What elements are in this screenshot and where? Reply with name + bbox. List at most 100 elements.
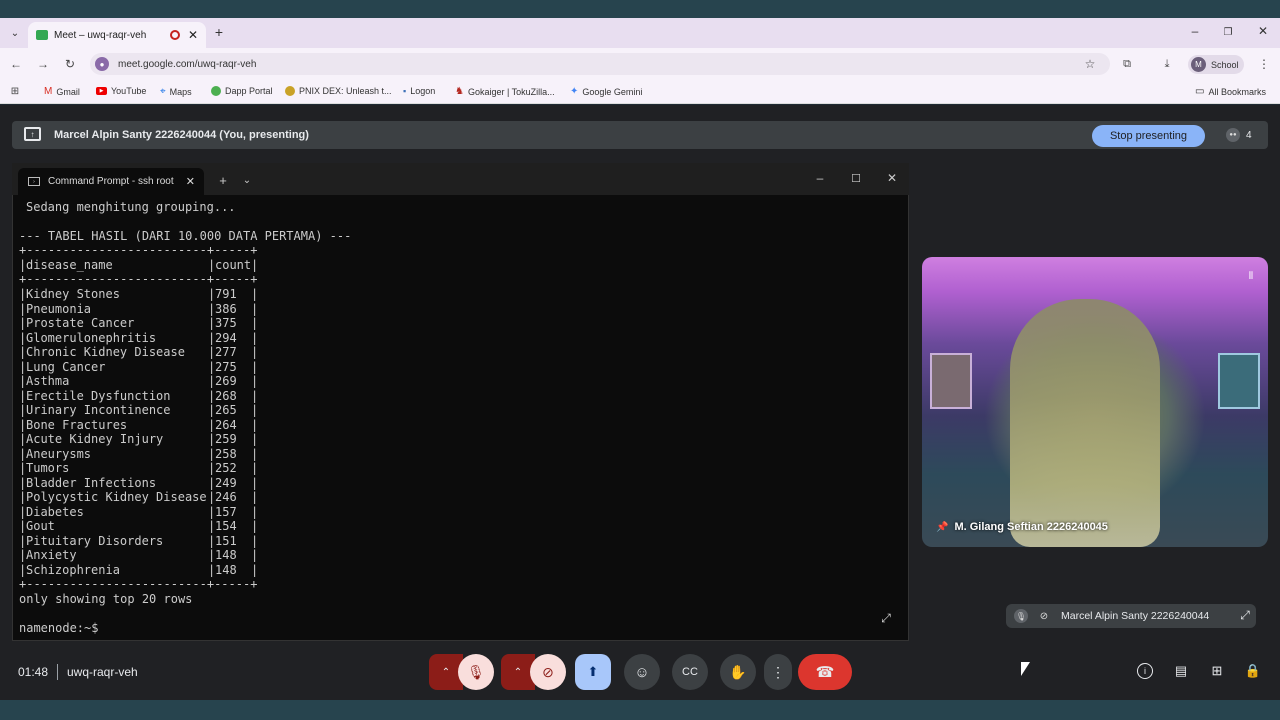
audio-level-icon: ⦀ bbox=[1248, 270, 1254, 282]
chat-icon[interactable]: ▤ bbox=[1173, 663, 1189, 679]
back-icon[interactable]: ← bbox=[9, 57, 23, 71]
self-expand-icon[interactable]: ⤢ bbox=[1238, 608, 1252, 622]
cell-count: 246 bbox=[215, 490, 237, 504]
bookmark-dapp-portal[interactable]: Dapp Portal bbox=[211, 86, 273, 96]
table-row: | Kidney Stones | 791 | bbox=[19, 287, 259, 301]
captions-button[interactable]: CC bbox=[672, 654, 708, 690]
apps-grid-icon[interactable]: ⊞ bbox=[9, 85, 21, 97]
reactions-button[interactable]: ☺ bbox=[624, 654, 660, 690]
meeting-info-icon[interactable]: i bbox=[1137, 663, 1153, 679]
captions-icon: CC bbox=[682, 666, 698, 678]
cell-disease-name: Urinary Incontinence bbox=[26, 403, 171, 417]
profile-chip[interactable]: M School bbox=[1188, 55, 1244, 74]
close-window-icon[interactable]: ✕ bbox=[1256, 24, 1270, 38]
cell-count: 148 bbox=[215, 562, 237, 577]
terminal-maximize-icon[interactable]: ☐ bbox=[850, 171, 862, 185]
cell-count: 268 bbox=[215, 388, 237, 403]
terminal-minimize-icon[interactable]: – bbox=[814, 171, 826, 185]
cell-disease-name: Bone Fractures bbox=[26, 417, 128, 432]
profile-label: School bbox=[1211, 59, 1239, 70]
cell-disease-name: Aneurysms bbox=[26, 446, 92, 461]
forward-icon[interactable]: → bbox=[36, 57, 50, 71]
more-vertical-icon: ⋮ bbox=[771, 663, 785, 680]
bookmark-maps[interactable]: ⌖ Maps bbox=[160, 86, 192, 97]
expand-icon[interactable]: ⤢ bbox=[876, 609, 896, 627]
table-row: | Lung Cancer | 275 | bbox=[19, 359, 259, 374]
extensions-icon[interactable]: ⧉ bbox=[1120, 57, 1134, 71]
header-disease-name: disease_name bbox=[26, 258, 113, 272]
stop-presenting-button[interactable]: Stop presenting bbox=[1092, 125, 1205, 147]
dapp-portal-icon bbox=[211, 86, 221, 96]
gmail-icon: M bbox=[44, 86, 53, 97]
window-top-strip bbox=[0, 0, 1280, 18]
reload-icon[interactable]: ↻ bbox=[63, 57, 77, 71]
mic-toggle-button[interactable]: 🎙 bbox=[458, 654, 494, 690]
header-count: count bbox=[215, 258, 252, 272]
cell-disease-name: Asthma bbox=[26, 374, 70, 388]
table-row: | Pneumonia | 386 | bbox=[19, 301, 259, 316]
close-tab-icon[interactable]: ✕ bbox=[188, 28, 198, 42]
chevron-up-icon: ⌃ bbox=[441, 666, 451, 678]
bookmark-gemini[interactable]: ✦ Google Gemini bbox=[570, 86, 642, 97]
cell-count: 386 bbox=[215, 301, 237, 316]
participant-video[interactable]: ⦀ 📌 M. Gilang Seftian 2226240045 bbox=[922, 257, 1268, 547]
table-border-bottom: +-------------------------+-----+ bbox=[19, 577, 258, 591]
cell-disease-name: Pneumonia bbox=[26, 301, 92, 316]
shell-prompt[interactable]: namenode:~$ bbox=[19, 621, 98, 636]
leave-call-button[interactable]: ☎ bbox=[798, 654, 852, 690]
meeting-code: uwq-raqr-veh bbox=[67, 665, 138, 679]
new-tab-icon[interactable]: + bbox=[212, 24, 226, 40]
activities-icon[interactable]: ⊞ bbox=[1209, 663, 1225, 679]
cell-disease-name: Gout bbox=[26, 519, 55, 533]
all-bookmarks[interactable]: ▭ All Bookmarks bbox=[1195, 86, 1266, 97]
cell-count: 148 bbox=[215, 548, 237, 562]
bookmark-gmail[interactable]: M Gmail bbox=[44, 86, 80, 97]
table-row: | Acute Kidney Injury | 259 | bbox=[19, 432, 259, 446]
present-button[interactable]: ⬆ bbox=[575, 654, 611, 690]
hand-icon: ✋ bbox=[729, 663, 747, 680]
table-row: | Erectile Dysfunction | 268 | bbox=[19, 388, 259, 403]
host-controls-icon[interactable]: 🔒 bbox=[1245, 663, 1261, 679]
cell-count: 157 bbox=[215, 504, 237, 519]
table-row: | Polycystic Kidney Disease | 246 | bbox=[19, 490, 259, 504]
tab-search-icon[interactable]: ⌄ bbox=[8, 26, 22, 40]
site-info-icon[interactable]: ● bbox=[95, 57, 109, 71]
participants-chip[interactable]: ●● 4 bbox=[1226, 126, 1264, 144]
table-title: --- TABEL HASIL (DARI 10.000 DATA PERTAM… bbox=[19, 229, 352, 243]
table-row: | Aneurysms | 258 | bbox=[19, 446, 259, 461]
cell-count: 294 bbox=[215, 330, 237, 345]
more-menu-icon[interactable]: ⋮ bbox=[1258, 57, 1270, 71]
bookmark-star-icon[interactable]: ☆ bbox=[1083, 57, 1097, 71]
bookmark-gokaiger[interactable]: ♞ Gokaiger | TokuZilla... bbox=[455, 86, 555, 97]
table-row: | Diabetes | 157 | bbox=[19, 504, 259, 519]
emoji-icon: ☺ bbox=[634, 663, 650, 681]
cell-disease-name: Anxiety bbox=[26, 548, 77, 562]
table-row: | Tumors | 252 | bbox=[19, 461, 259, 475]
close-terminal-tab-icon[interactable]: ✕ bbox=[186, 175, 195, 188]
gokaiger-icon: ♞ bbox=[455, 86, 464, 97]
minimize-window-icon[interactable]: – bbox=[1188, 24, 1202, 38]
bookmark-pnix-dex[interactable]: PNIX DEX: Unleash t... bbox=[285, 86, 392, 96]
raise-hand-button[interactable]: ✋ bbox=[720, 654, 756, 690]
mouse-cursor-icon bbox=[1021, 662, 1030, 676]
bookmark-youtube[interactable]: ▶ YouTube bbox=[96, 86, 146, 96]
bookmark-logon[interactable]: ▪ Logon bbox=[403, 86, 435, 96]
cell-count: 277 bbox=[215, 345, 237, 359]
cell-disease-name: Polycystic Kidney Disease bbox=[26, 490, 207, 504]
pin-icon[interactable]: 📌 bbox=[936, 522, 948, 533]
terminal-dropdown-icon[interactable]: ⌄ bbox=[241, 173, 253, 187]
terminal-close-icon[interactable]: ✕ bbox=[886, 171, 898, 185]
tab-meet[interactable]: Meet – uwq-raqr-veh ✕ bbox=[28, 22, 206, 48]
mic-off-icon: 🎙 bbox=[467, 663, 485, 680]
restore-window-icon[interactable]: ❐ bbox=[1221, 25, 1235, 39]
camera-toggle-button[interactable]: ⊘ bbox=[530, 654, 566, 690]
stop-presenting-label: Stop presenting bbox=[1109, 130, 1188, 142]
cell-count: 154 bbox=[215, 519, 237, 533]
maps-icon: ⌖ bbox=[160, 86, 166, 97]
download-icon[interactable]: ⤓ bbox=[1160, 57, 1174, 71]
terminal-new-tab-icon[interactable]: + bbox=[217, 173, 229, 188]
terminal-tab[interactable]: › Command Prompt - ssh root ✕ bbox=[18, 168, 204, 195]
self-view-chip[interactable]: 🎙 ⊘ Marcel Alpin Santy 2226240044 ⤢ bbox=[1006, 604, 1256, 628]
more-options-button[interactable]: ⋮ bbox=[764, 654, 792, 690]
meeting-time: 01:48 bbox=[18, 665, 49, 679]
